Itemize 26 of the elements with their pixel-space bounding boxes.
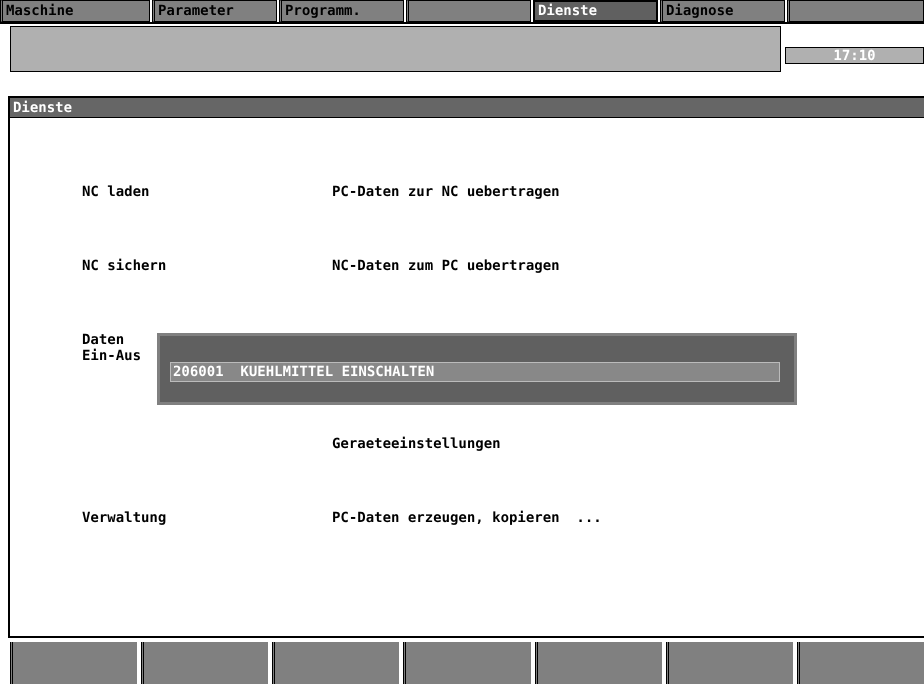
clock: 17:10 bbox=[785, 47, 924, 64]
tab[interactable]: Dienste bbox=[533, 0, 658, 22]
softkey[interactable] bbox=[10, 642, 138, 684]
alarm-message: 206001 KUEHLMITTEL EINSCHALTEN bbox=[170, 362, 780, 382]
menu-description: NC-Daten zum PC uebertragen bbox=[332, 258, 560, 274]
menu-label: Verwaltung bbox=[82, 510, 168, 526]
menu-label: NC laden bbox=[82, 184, 150, 200]
menu-label: Daten bbox=[82, 332, 126, 348]
softkey[interactable] bbox=[796, 642, 924, 684]
softkey[interactable] bbox=[534, 642, 662, 684]
menu-label: NC sichern bbox=[82, 258, 168, 274]
tab[interactable] bbox=[406, 0, 531, 22]
tab[interactable]: Parameter bbox=[152, 0, 277, 22]
softkey[interactable] bbox=[666, 642, 793, 684]
softkey[interactable] bbox=[272, 642, 400, 684]
menu-label: Ein-Aus bbox=[82, 348, 142, 364]
tab[interactable]: Programm. bbox=[279, 0, 404, 22]
menu-description: PC-Daten erzeugen, kopieren ... bbox=[332, 510, 602, 526]
tab[interactable]: Diagnose bbox=[660, 0, 785, 22]
menu-description: PC-Daten zur NC uebertragen bbox=[332, 184, 560, 200]
softkey[interactable] bbox=[403, 642, 531, 684]
softkey[interactable] bbox=[141, 642, 268, 684]
panel-title: Dienste bbox=[10, 98, 924, 118]
tab[interactable] bbox=[787, 0, 924, 22]
tab[interactable]: Maschine bbox=[0, 0, 150, 22]
menu-description: Geraeteeinstellungen bbox=[332, 436, 501, 452]
